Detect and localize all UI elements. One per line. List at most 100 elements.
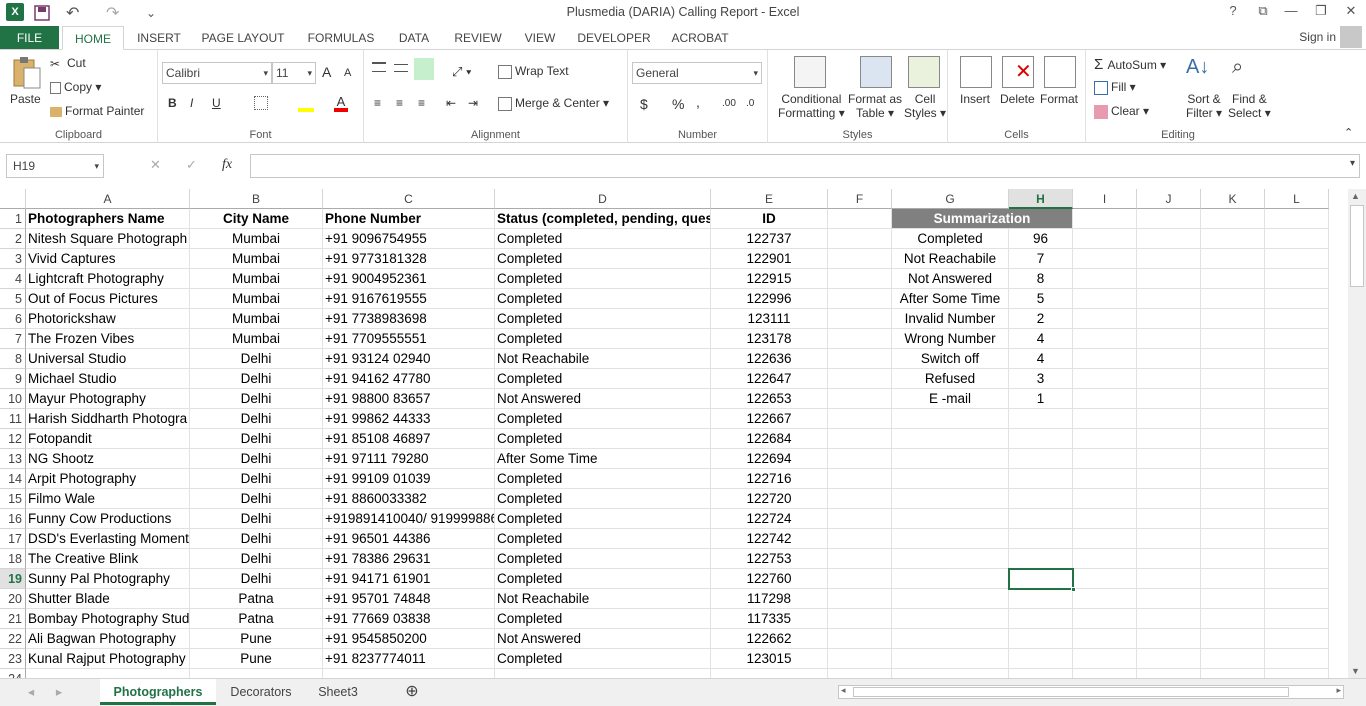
row-header[interactable]: 10 — [0, 389, 26, 409]
cell-f[interactable] — [828, 209, 892, 229]
align-left-icon[interactable]: ≡ — [374, 96, 381, 110]
cell-a[interactable]: DSD's Everlasting Moment — [26, 529, 190, 549]
collapse-ribbon-icon[interactable]: ⌃ — [1344, 126, 1353, 139]
cell-c[interactable]: +91 94171 61901 — [323, 569, 495, 589]
cell-e[interactable]: 122742 — [711, 529, 828, 549]
cell-g[interactable] — [892, 529, 1009, 549]
cell-g[interactable] — [892, 489, 1009, 509]
align-right-icon[interactable]: ≡ — [418, 96, 425, 110]
cell-i[interactable] — [1073, 669, 1137, 678]
restore-icon[interactable]: ❐ — [1310, 3, 1332, 21]
cell-c[interactable]: +91 99109 01039 — [323, 469, 495, 489]
cell-f[interactable] — [828, 409, 892, 429]
row-header[interactable]: 12 — [0, 429, 26, 449]
cell-h[interactable]: 8 — [1009, 269, 1073, 289]
sheet-tab-decorators[interactable]: Decorators — [218, 679, 304, 705]
cell-b[interactable]: Delhi — [190, 549, 323, 569]
cell-e[interactable]: 122653 — [711, 389, 828, 409]
cell-a[interactable]: Mayur Photography — [26, 389, 190, 409]
cell-d[interactable]: Completed — [495, 649, 711, 669]
enter-icon[interactable]: ✓ — [186, 157, 197, 173]
cell-j[interactable] — [1137, 329, 1201, 349]
cell-c[interactable]: +91 99862 44333 — [323, 409, 495, 429]
cell-e[interactable]: 122915 — [711, 269, 828, 289]
cell-f[interactable] — [828, 629, 892, 649]
cell-a[interactable]: Lightcraft Photography — [26, 269, 190, 289]
cell-b[interactable]: Delhi — [190, 509, 323, 529]
row-header[interactable]: 14 — [0, 469, 26, 489]
column-header-i[interactable]: I — [1073, 189, 1137, 209]
cell-j[interactable] — [1137, 289, 1201, 309]
cell-d[interactable]: Completed — [495, 409, 711, 429]
cell-c[interactable]: +91 7738983698 — [323, 309, 495, 329]
cell-e[interactable]: 122720 — [711, 489, 828, 509]
cell-d[interactable]: Completed — [495, 309, 711, 329]
cell-g[interactable]: Not Reachabile — [892, 249, 1009, 269]
cell-b[interactable]: Mumbai — [190, 309, 323, 329]
font-size-select[interactable]: 11 ▾ — [272, 62, 316, 84]
sort-filter-button[interactable]: Sort & Filter ▾ — [1186, 92, 1222, 120]
tab-page-layout[interactable]: PAGE LAYOUT — [198, 26, 288, 50]
cell-f[interactable] — [828, 309, 892, 329]
minimize-icon[interactable]: — — [1280, 3, 1302, 21]
row-header[interactable]: 13 — [0, 449, 26, 469]
cell-j[interactable] — [1137, 609, 1201, 629]
cell-a[interactable]: NG Shootz — [26, 449, 190, 469]
cell-b[interactable]: Mumbai — [190, 329, 323, 349]
cell-h[interactable] — [1009, 589, 1073, 609]
cell-g[interactable] — [892, 609, 1009, 629]
bottom-align-icon[interactable] — [414, 58, 434, 80]
cell-i[interactable] — [1073, 429, 1137, 449]
scroll-up-icon[interactable]: ▲ — [1351, 191, 1360, 201]
fill-handle[interactable] — [1071, 587, 1076, 592]
cell-c[interactable]: +91 9004952361 — [323, 269, 495, 289]
cell-a[interactable]: Photorickshaw — [26, 309, 190, 329]
cell-k[interactable] — [1201, 389, 1265, 409]
close-icon[interactable]: ✕ — [1340, 3, 1362, 21]
cell-h[interactable] — [1009, 649, 1073, 669]
cell-a[interactable]: Vivid Captures — [26, 249, 190, 269]
cell-l[interactable] — [1265, 349, 1329, 369]
middle-align-icon[interactable] — [394, 64, 408, 72]
cell-h[interactable] — [1009, 469, 1073, 489]
insert-button[interactable]: Insert — [960, 92, 990, 106]
autosum-button[interactable]: Σ AutoSum ▾ — [1094, 56, 1166, 73]
row-header[interactable]: 22 — [0, 629, 26, 649]
cell-l[interactable] — [1265, 409, 1329, 429]
cell-e[interactable]: 117335 — [711, 609, 828, 629]
cell-k[interactable] — [1201, 669, 1265, 678]
paste-button[interactable]: Paste — [10, 92, 41, 106]
cell-f[interactable] — [828, 529, 892, 549]
cell-h[interactable]: 7 — [1009, 249, 1073, 269]
cell-c[interactable]: +91 77669 03838 — [323, 609, 495, 629]
cell-i[interactable] — [1073, 209, 1137, 229]
cell-f[interactable] — [828, 429, 892, 449]
row-header[interactable]: 15 — [0, 489, 26, 509]
cell-k[interactable] — [1201, 229, 1265, 249]
cell-l[interactable] — [1265, 509, 1329, 529]
cell-j[interactable] — [1137, 469, 1201, 489]
format-as-table-button[interactable]: Format as Table ▾ — [848, 92, 902, 120]
cell-l[interactable] — [1265, 429, 1329, 449]
cell-h[interactable] — [1009, 509, 1073, 529]
cell-g[interactable] — [892, 429, 1009, 449]
cell-j[interactable] — [1137, 409, 1201, 429]
cell-g[interactable] — [892, 649, 1009, 669]
ribbon-display-icon[interactable]: ⧉ — [1252, 3, 1274, 21]
scroll-left-icon[interactable]: ◂ — [841, 685, 846, 696]
cell-l[interactable] — [1265, 249, 1329, 269]
cell-j[interactable] — [1137, 309, 1201, 329]
cell-i[interactable] — [1073, 329, 1137, 349]
align-center-icon[interactable]: ≡ — [396, 96, 403, 110]
shrink-font-button[interactable]: A — [344, 67, 351, 79]
cell-f[interactable] — [828, 389, 892, 409]
cell-f[interactable] — [828, 229, 892, 249]
column-header-d[interactable]: D — [495, 189, 711, 209]
select-all-corner[interactable] — [0, 189, 26, 209]
cut-button[interactable]: ✂ Cut — [50, 56, 86, 71]
cell-h[interactable]: 4 — [1009, 349, 1073, 369]
cell-k[interactable] — [1201, 429, 1265, 449]
cell-h[interactable] — [1009, 629, 1073, 649]
cell-b[interactable]: Patna — [190, 589, 323, 609]
top-align-icon[interactable] — [372, 62, 386, 72]
